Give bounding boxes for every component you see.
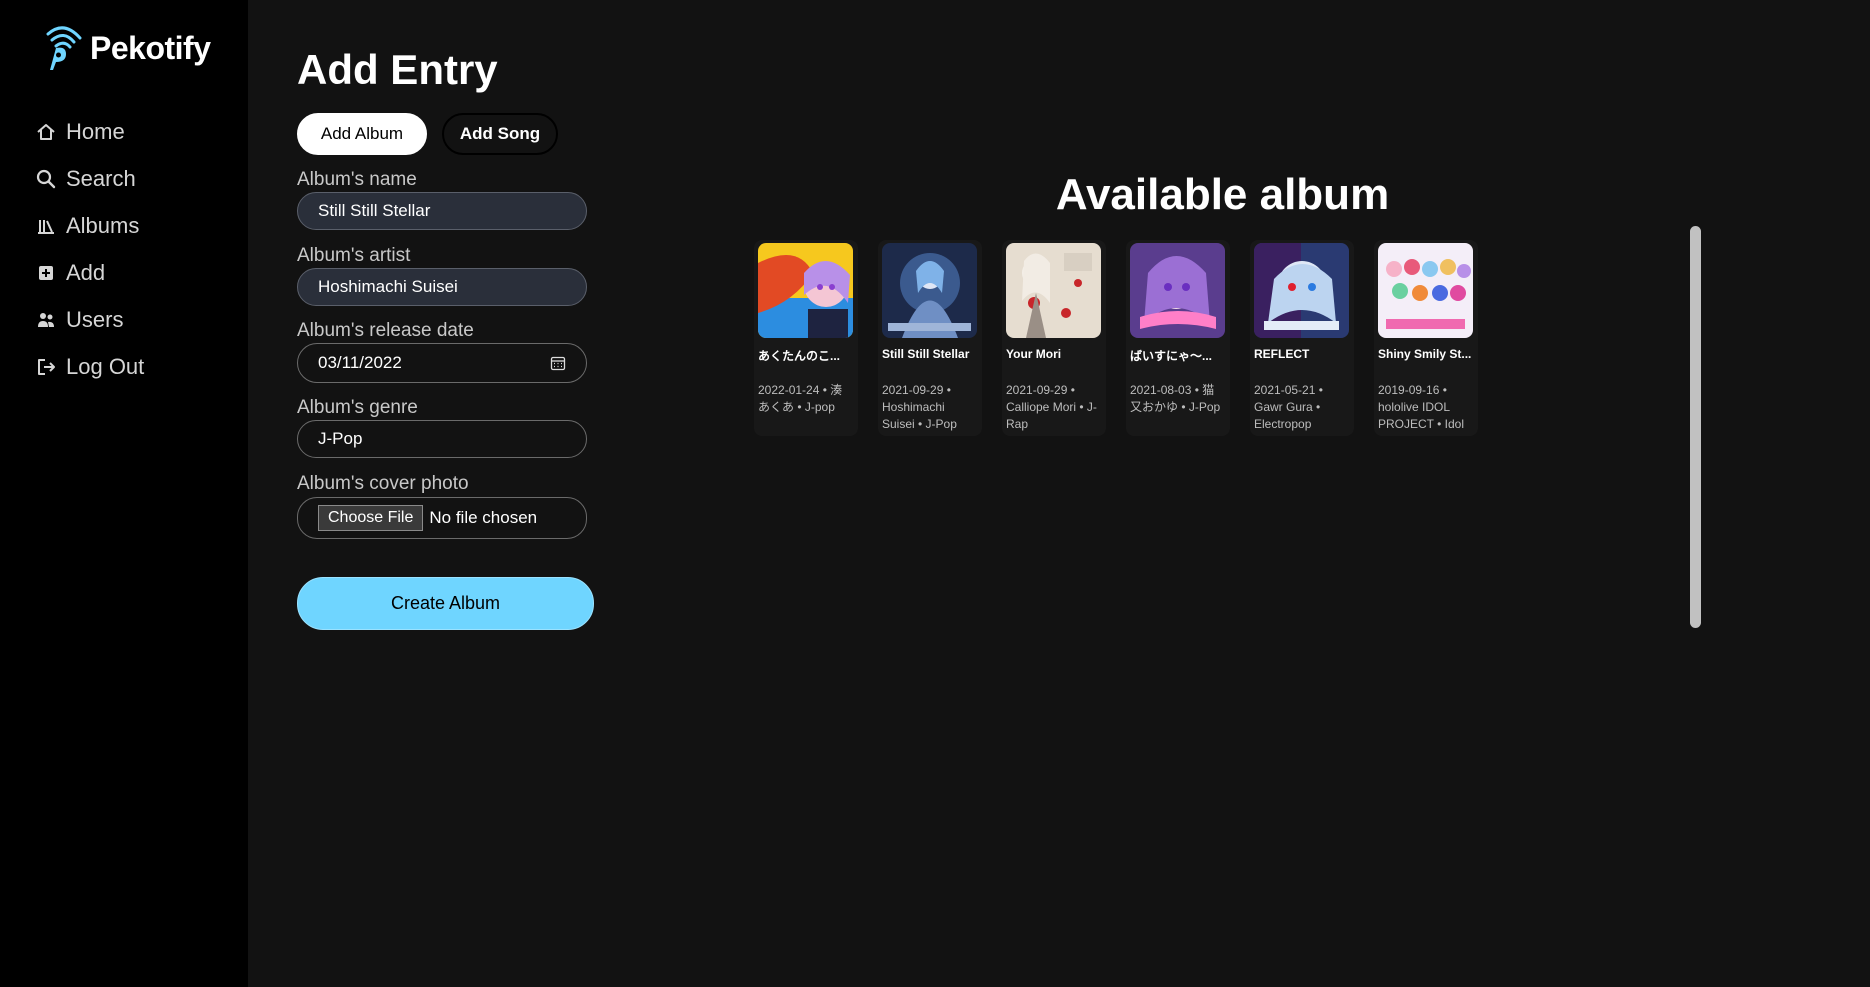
- album-card[interactable]: ばいすにゃ〜... 2021-08-03 • 猫又おかゆ • J-Pop: [1126, 240, 1230, 436]
- file-status-text: No file chosen: [429, 508, 538, 527]
- album-artist-field[interactable]: Hoshimachi Suisei: [297, 268, 587, 306]
- album-genre-label: Album's genre: [297, 397, 418, 418]
- album-title: Your Mori: [1006, 347, 1062, 361]
- create-album-button[interactable]: Create Album: [297, 577, 594, 630]
- album-card[interactable]: Your Mori 2021-09-29 • Calliope Mori • J…: [1002, 240, 1106, 436]
- album-meta: 2019-09-16 • hololive IDOL PROJECT • Ido…: [1378, 383, 1465, 431]
- users-icon: [38, 312, 54, 327]
- album-release-date-value: 03/11/2022: [318, 353, 402, 372]
- album-release-date-label: Album's release date: [297, 320, 474, 341]
- nav-label-users: Users: [66, 306, 124, 332]
- nav-item-search[interactable]: Search: [36, 155, 144, 202]
- home-icon: [37, 123, 55, 140]
- nav-menu: Home Search Albums Add Users Log Out: [36, 108, 144, 390]
- tab-add-album[interactable]: Add Album: [297, 113, 427, 155]
- album-cover-label: Album's cover photo: [297, 473, 469, 494]
- available-albums-title: Available album: [1055, 170, 1390, 219]
- albums-icon: [38, 219, 54, 234]
- album-card[interactable]: Still Still Stellar 2021-09-29 • Hoshima…: [878, 240, 982, 436]
- album-artist-label: Album's artist: [297, 245, 411, 266]
- app-logo[interactable]: Pekotify: [42, 20, 211, 76]
- page-title: Add Entry: [297, 46, 498, 93]
- album-genre-field[interactable]: J-Pop: [297, 420, 587, 458]
- album-title: あくたんのこ...: [758, 349, 841, 363]
- album-genre-value: J-Pop: [318, 429, 363, 448]
- nav-label-add: Add: [66, 259, 106, 285]
- logout-icon: [38, 358, 55, 375]
- album-cover-image: [758, 243, 853, 338]
- album-card[interactable]: REFLECT 2021-05-21 • Gawr Gura • Electro…: [1250, 240, 1354, 436]
- album-card[interactable]: Shiny Smily St... 2019-09-16 • hololive …: [1374, 240, 1478, 436]
- logo-icon: [46, 26, 82, 70]
- album-list-scrollbar[interactable]: [1690, 226, 1701, 628]
- nav-item-users[interactable]: Users: [36, 296, 144, 343]
- album-name-field[interactable]: Still Still Stellar: [297, 192, 587, 230]
- album-name-value: Still Still Stellar: [318, 201, 431, 220]
- album-release-date-field[interactable]: 03/11/2022: [297, 343, 587, 383]
- sidebar: Pekotify Home Search Albums Add Users Lo…: [0, 0, 248, 987]
- album-list: あくたんのこ... 2022-01-24 • 湊あくあ • J-pop Stil…: [754, 240, 1478, 436]
- nav-label-search: Search: [66, 165, 136, 191]
- calendar-icon[interactable]: [550, 355, 566, 371]
- album-meta: 2022-01-24 • 湊あくあ • J-pop: [758, 383, 843, 414]
- album-meta: 2021-08-03 • 猫又おかゆ • J-Pop: [1130, 383, 1221, 414]
- album-cover-image: [1378, 243, 1473, 338]
- album-title: ばいすにゃ〜...: [1130, 349, 1213, 363]
- nav-label-albums: Albums: [66, 212, 140, 238]
- nav-item-add[interactable]: Add: [36, 249, 144, 296]
- album-meta: 2021-09-29 • Hoshimachi Suisei • J-Pop: [882, 383, 957, 431]
- album-meta: 2021-05-21 • Gawr Gura • Electropop: [1254, 383, 1323, 431]
- app-name: Pekotify: [90, 29, 211, 66]
- search-icon: [36, 169, 56, 188]
- album-title: Shiny Smily St...: [1378, 347, 1472, 361]
- nav-label-logout: Log Out: [66, 353, 145, 379]
- choose-file-button[interactable]: Choose File: [318, 505, 424, 531]
- album-cover-image: [882, 243, 977, 338]
- nav-label-home: Home: [66, 118, 125, 144]
- album-cover-field: Choose File No file chosen: [297, 497, 587, 539]
- album-meta: 2021-09-29 • Calliope Mori • J-Rap: [1006, 383, 1097, 431]
- album-cover-image: [1254, 243, 1349, 338]
- nav-item-albums[interactable]: Albums: [36, 202, 144, 249]
- tab-add-song[interactable]: Add Song: [442, 113, 558, 155]
- add-icon: [39, 265, 53, 280]
- nav-item-home[interactable]: Home: [36, 108, 144, 155]
- nav-item-logout[interactable]: Log Out: [36, 343, 144, 390]
- album-artist-value: Hoshimachi Suisei: [318, 277, 458, 296]
- album-card[interactable]: あくたんのこ... 2022-01-24 • 湊あくあ • J-pop: [754, 240, 858, 436]
- album-title: Still Still Stellar: [882, 347, 970, 361]
- album-cover-image: [1130, 243, 1225, 338]
- album-name-label: Album's name: [297, 169, 417, 190]
- album-title: REFLECT: [1254, 347, 1310, 361]
- album-cover-image: [1006, 243, 1101, 338]
